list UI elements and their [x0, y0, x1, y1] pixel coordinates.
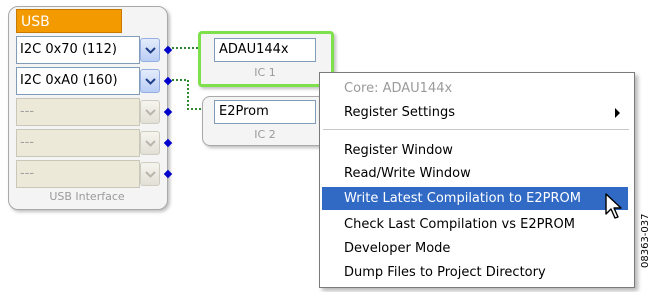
port-select-2[interactable]: I2C 0xA0 (160)	[16, 67, 140, 95]
ic-label-2: IC 2	[254, 128, 276, 141]
usb-port-row-3: ---	[16, 98, 173, 126]
port-select-1[interactable]: I2C 0x70 (112)	[16, 36, 140, 64]
menu-item-developer-mode[interactable]: Developer Mode	[322, 237, 628, 260]
usb-port-row-2: I2C 0xA0 (160)	[16, 67, 173, 95]
chevron-down-icon[interactable]	[140, 38, 160, 62]
menu-header-core: Core: ADAU144x	[344, 81, 453, 96]
chevron-down-icon	[140, 131, 160, 155]
port-select-3: ---	[16, 98, 140, 126]
chevron-down-icon[interactable]	[140, 69, 160, 93]
menu-item-check-last-compilation[interactable]: Check Last Compilation vs E2PROM	[322, 213, 628, 236]
usb-port-row-1: I2C 0x70 (112)	[16, 36, 173, 64]
ic-label-1: IC 1	[254, 66, 276, 79]
usb-interface-caption: USB Interface	[49, 190, 125, 203]
context-menu: Core: ADAU144x Register Settings Registe…	[319, 72, 635, 288]
usb-port-row-4: ---	[16, 129, 173, 157]
submenu-arrow-icon	[615, 108, 620, 118]
chevron-down-icon	[140, 100, 160, 124]
ic-name-field-1[interactable]: ADAU144x	[214, 38, 316, 62]
usb-title: USB	[16, 9, 122, 33]
menu-item-read-write-window[interactable]: Read/Write Window	[322, 162, 628, 185]
menu-separator	[323, 129, 629, 130]
port-select-4: ---	[16, 129, 140, 157]
figure-code: 08363-037	[640, 213, 651, 268]
menu-item-label: Register Settings	[344, 105, 455, 120]
menu-item-dump-files[interactable]: Dump Files to Project Directory	[322, 261, 628, 284]
ic-name-field-2[interactable]: E2Prom	[214, 100, 316, 124]
menu-item-register-window[interactable]: Register Window	[322, 139, 628, 162]
menu-item-register-settings[interactable]: Register Settings	[322, 101, 628, 124]
port-select-5: ---	[16, 160, 140, 188]
menu-item-write-latest-compilation[interactable]: Write Latest Compilation to E2PROM	[322, 187, 628, 210]
mouse-cursor-icon	[605, 193, 622, 219]
usb-port-row-5: ---	[16, 160, 173, 188]
chevron-down-icon	[140, 162, 160, 186]
